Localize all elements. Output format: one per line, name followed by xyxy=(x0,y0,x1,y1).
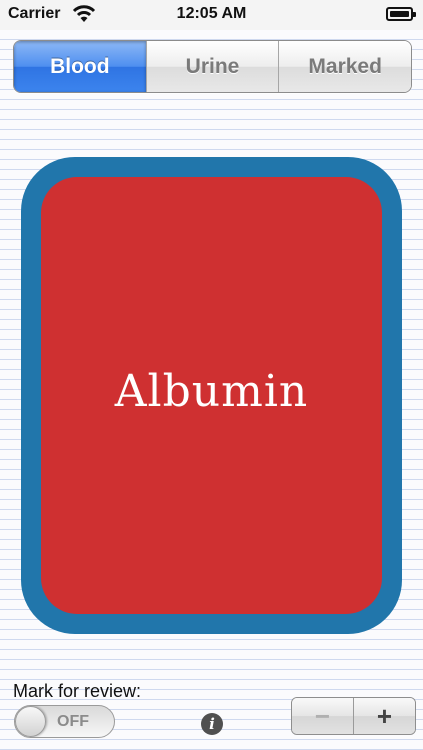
info-icon[interactable]: i xyxy=(201,713,223,735)
flashcard-face: Albumin xyxy=(41,177,382,614)
toggle-state-text: OFF xyxy=(57,713,89,730)
flashcard[interactable]: Albumin xyxy=(21,157,402,634)
card-stepper: − + xyxy=(291,697,416,735)
segment-marked[interactable]: Marked xyxy=(278,41,411,92)
toggle-knob xyxy=(15,706,46,737)
status-bar: Carrier 12:05 AM xyxy=(0,0,423,30)
clock: 12:05 AM xyxy=(176,5,247,22)
category-segmented-control: Blood Urine Marked xyxy=(13,40,412,93)
mark-for-review-label: Mark for review: xyxy=(13,681,142,701)
flashcard-term: Albumin xyxy=(114,366,309,417)
segment-urine[interactable]: Urine xyxy=(145,41,279,92)
stepper-plus-button[interactable]: + xyxy=(354,698,415,734)
mark-for-review-toggle[interactable]: OFF xyxy=(14,705,115,738)
battery-icon xyxy=(386,7,416,21)
stepper-minus-button[interactable]: − xyxy=(292,698,354,734)
segment-blood[interactable]: Blood xyxy=(14,41,146,92)
